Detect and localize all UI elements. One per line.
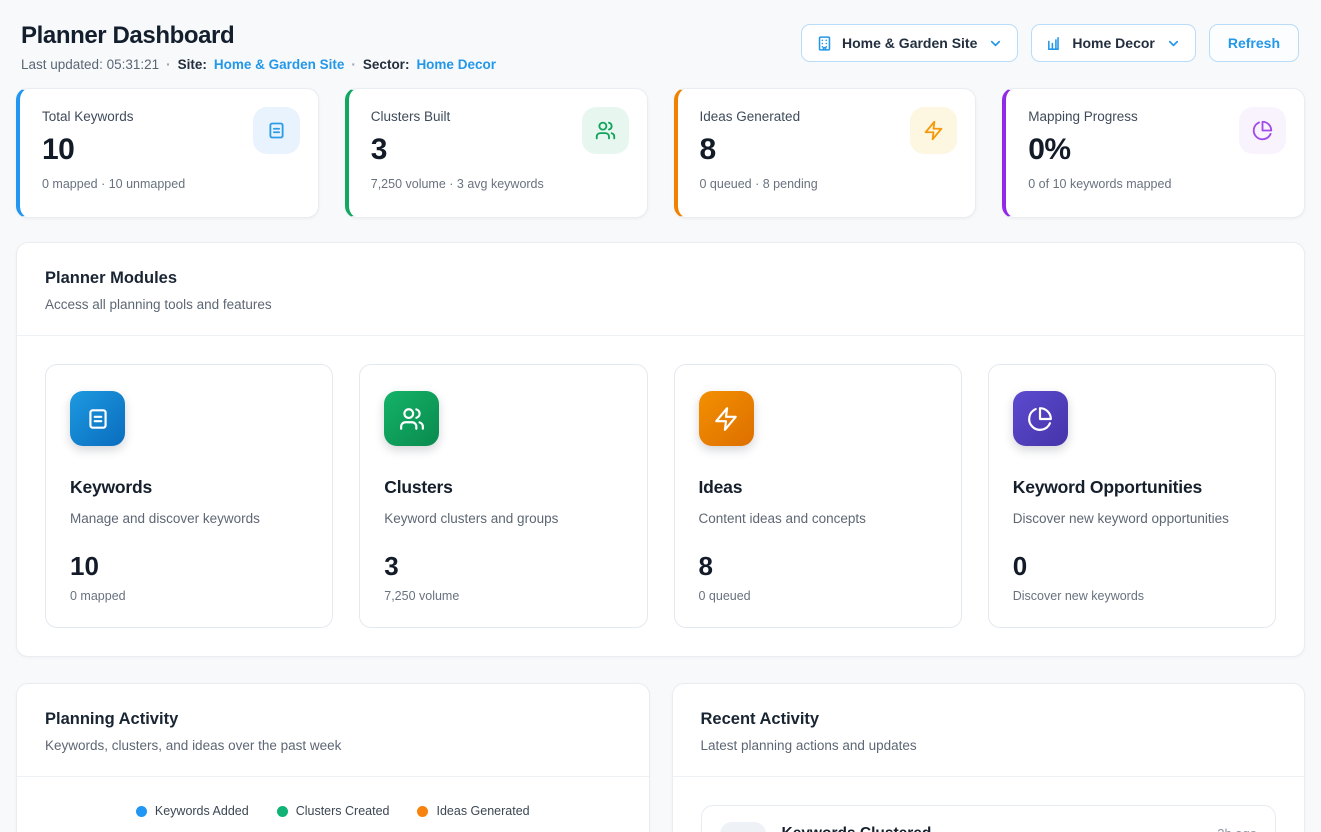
document-icon: [253, 107, 300, 154]
module-title: Ideas: [699, 477, 937, 498]
divider: [17, 776, 649, 777]
module-value: 8: [699, 551, 937, 582]
legend-item-ideas-generated: Ideas Generated: [417, 804, 529, 818]
stat-subtext: 0 mapped · 10 unmapped: [42, 177, 298, 191]
legend-dot-blue: [136, 806, 147, 817]
stat-card-ideas-generated: Ideas Generated 8 0 queued · 8 pending: [674, 88, 977, 218]
users-icon: [720, 822, 766, 832]
planning-activity-title: Planning Activity: [45, 710, 621, 729]
module-subtext: Discover new keywords: [1013, 589, 1251, 603]
stats-row: Total Keywords 10 0 mapped · 10 unmapped…: [16, 88, 1305, 218]
module-card-clusters[interactable]: Clusters Keyword clusters and groups 3 7…: [359, 364, 647, 628]
divider: [673, 776, 1305, 777]
sector-link[interactable]: Home Decor: [416, 57, 496, 72]
activity-item-body: Keywords Clustered 3 new clusters create…: [782, 822, 932, 832]
modules-subtitle: Access all planning tools and features: [45, 297, 1276, 312]
heading-block: Planner Dashboard Last updated: 05:31:21…: [21, 22, 496, 72]
dot-separator: ·: [166, 57, 171, 72]
module-card-keywords[interactable]: Keywords Manage and discover keywords 10…: [45, 364, 333, 628]
recent-activity-header: Recent Activity Latest planning actions …: [673, 684, 1305, 776]
modules-title: Planner Modules: [45, 269, 1276, 288]
sector-selector-dropdown[interactable]: Home Decor: [1031, 24, 1195, 62]
legend-label: Clusters Created: [296, 804, 390, 818]
stat-card-total-keywords: Total Keywords 10 0 mapped · 10 unmapped: [16, 88, 319, 218]
module-value: 0: [1013, 551, 1251, 582]
dot-separator: ·: [351, 57, 356, 72]
planning-activity-subtitle: Keywords, clusters, and ideas over the p…: [45, 738, 621, 753]
module-title: Keywords: [70, 477, 308, 498]
chevron-down-icon: [1166, 36, 1181, 51]
module-subtext: 0 queued: [699, 589, 937, 603]
recent-activity-subtitle: Latest planning actions and updates: [701, 738, 1277, 753]
legend-dot-orange: [417, 806, 428, 817]
zap-icon: [910, 107, 957, 154]
sector-selector-label: Home Decor: [1072, 35, 1154, 51]
module-value: 10: [70, 551, 308, 582]
chart-legend: Keywords Added Clusters Created Ideas Ge…: [17, 804, 649, 818]
modules-grid: Keywords Manage and discover keywords 10…: [17, 336, 1304, 656]
activity-item-time: 2h ago: [1217, 826, 1257, 832]
top-bar: Planner Dashboard Last updated: 05:31:21…: [16, 14, 1305, 88]
legend-item-clusters-created: Clusters Created: [277, 804, 390, 818]
recent-activity-panel: Recent Activity Latest planning actions …: [672, 683, 1306, 832]
planning-activity-panel: Planning Activity Keywords, clusters, an…: [16, 683, 650, 832]
site-selector-dropdown[interactable]: Home & Garden Site: [801, 24, 1018, 62]
document-icon: [70, 391, 125, 446]
legend-item-keywords-added: Keywords Added: [136, 804, 249, 818]
module-subtext: 0 mapped: [70, 589, 308, 603]
chevron-down-icon: [988, 36, 1003, 51]
activity-item-title: Keywords Clustered: [782, 825, 932, 832]
activity-list-item: Keywords Clustered 3 new clusters create…: [701, 805, 1277, 832]
modules-header: Planner Modules Access all planning tool…: [17, 243, 1304, 335]
site-selector-label: Home & Garden Site: [842, 35, 977, 51]
site-label: Site:: [178, 57, 207, 72]
stat-card-mapping-progress: Mapping Progress 0% 0 of 10 keywords map…: [1002, 88, 1305, 218]
module-card-ideas[interactable]: Ideas Content ideas and concepts 8 0 que…: [674, 364, 962, 628]
legend-dot-green: [277, 806, 288, 817]
users-icon: [384, 391, 439, 446]
module-value: 3: [384, 551, 622, 582]
legend-label: Ideas Generated: [436, 804, 529, 818]
sector-label: Sector:: [363, 57, 410, 72]
planner-dashboard-page: Planner Dashboard Last updated: 05:31:21…: [0, 0, 1321, 832]
planning-activity-header: Planning Activity Keywords, clusters, an…: [17, 684, 649, 776]
toolbar: Home & Garden Site Home Decor Refresh: [801, 24, 1299, 62]
recent-activity-title: Recent Activity: [701, 710, 1277, 729]
planner-modules-section: Planner Modules Access all planning tool…: [16, 242, 1305, 657]
bar-chart-icon: [1046, 35, 1063, 52]
stat-subtext: 0 of 10 keywords mapped: [1028, 177, 1284, 191]
module-description: Discover new keyword opportunities: [1013, 511, 1251, 526]
users-icon: [582, 107, 629, 154]
module-title: Clusters: [384, 477, 622, 498]
site-link[interactable]: Home & Garden Site: [214, 57, 345, 72]
module-description: Keyword clusters and groups: [384, 511, 622, 526]
module-title: Keyword Opportunities: [1013, 477, 1251, 498]
stat-subtext: 7,250 volume · 3 avg keywords: [371, 177, 627, 191]
module-description: Manage and discover keywords: [70, 511, 308, 526]
zap-icon: [699, 391, 754, 446]
module-card-keyword-opportunities[interactable]: Keyword Opportunities Discover new keywo…: [988, 364, 1276, 628]
building-icon: [816, 35, 833, 52]
module-subtext: 7,250 volume: [384, 589, 622, 603]
refresh-button[interactable]: Refresh: [1209, 24, 1299, 62]
last-updated-text: Last updated: 05:31:21: [21, 57, 159, 72]
pie-chart-icon: [1013, 391, 1068, 446]
module-description: Content ideas and concepts: [699, 511, 937, 526]
breadcrumb: Last updated: 05:31:21 · Site: Home & Ga…: [21, 57, 496, 72]
stat-card-clusters-built: Clusters Built 3 7,250 volume · 3 avg ke…: [345, 88, 648, 218]
bottom-row: Planning Activity Keywords, clusters, an…: [16, 683, 1305, 832]
legend-label: Keywords Added: [155, 804, 249, 818]
pie-chart-icon: [1239, 107, 1286, 154]
page-title: Planner Dashboard: [21, 22, 496, 50]
stat-subtext: 0 queued · 8 pending: [700, 177, 956, 191]
